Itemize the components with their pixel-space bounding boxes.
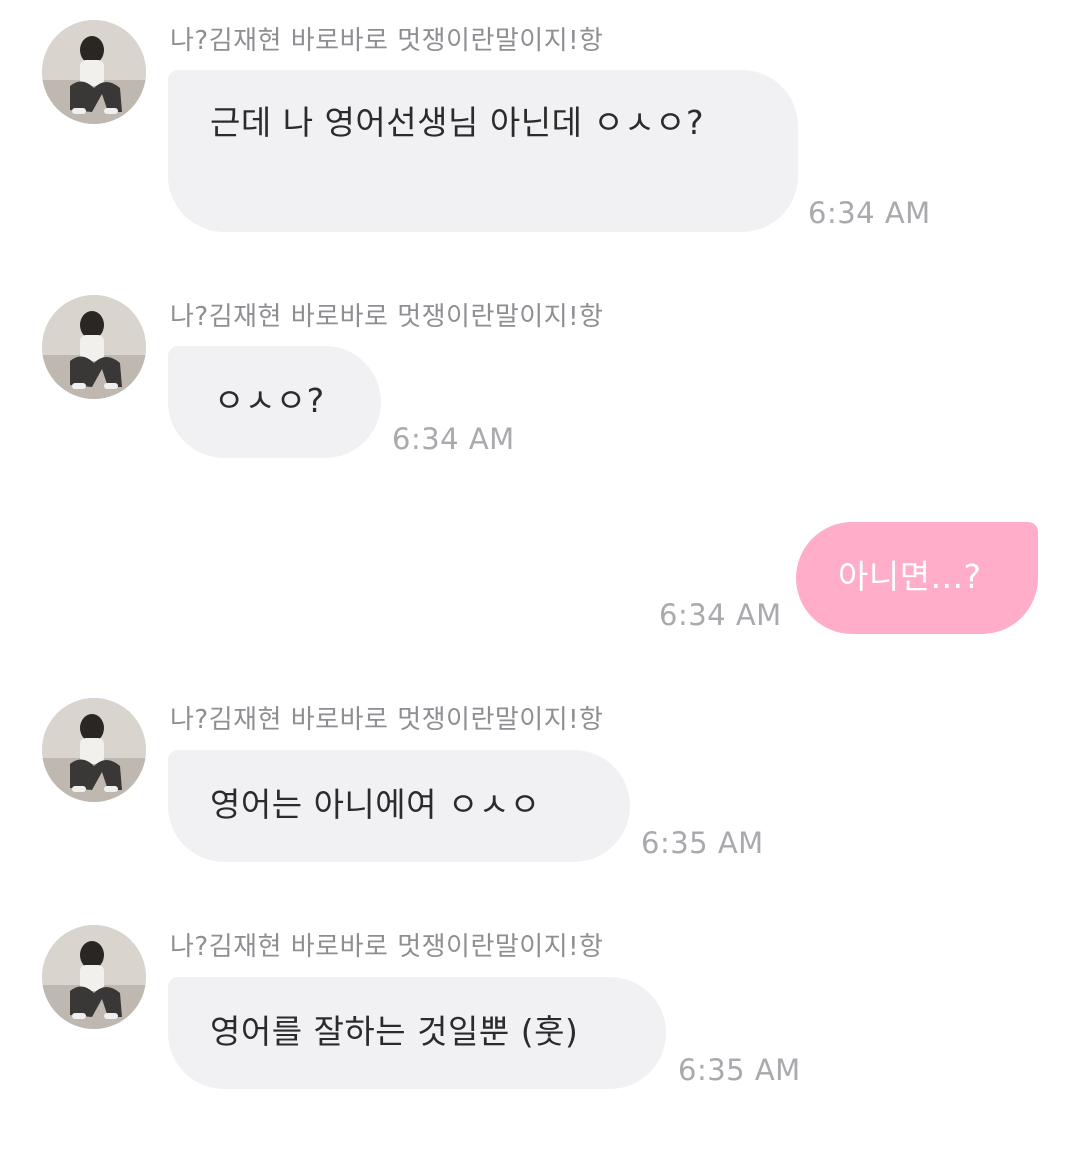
message-text: 근데 나 영어선생님 아닌데 ㅇㅅㅇ?	[210, 103, 705, 142]
profile-photo-icon	[42, 698, 146, 802]
sender-name: 나?김재현 바로바로 멋쟁이란말이지!항	[170, 705, 604, 735]
profile-photo-icon	[42, 20, 146, 124]
message-text: ㅇㅅㅇ?	[214, 381, 325, 420]
sender-avatar[interactable]	[42, 698, 146, 802]
outgoing-message-bubble[interactable]: 아니면...?	[796, 522, 1038, 634]
message-text: 영어를 잘하는 것일뿐 (훗)	[210, 1012, 579, 1051]
message-text: 아니면...?	[838, 557, 982, 596]
sender-avatar[interactable]	[42, 925, 146, 1029]
profile-photo-icon	[42, 295, 146, 399]
message-timestamp: 6:34 AM	[808, 196, 931, 230]
sender-avatar[interactable]	[42, 20, 146, 124]
profile-photo-icon	[42, 925, 146, 1029]
sender-name: 나?김재현 바로바로 멋쟁이란말이지!항	[170, 26, 604, 56]
sender-name: 나?김재현 바로바로 멋쟁이란말이지!항	[170, 932, 604, 962]
message-bubble[interactable]: 근데 나 영어선생님 아닌데 ㅇㅅㅇ?	[168, 70, 798, 232]
message-bubble[interactable]: 영어를 잘하는 것일뿐 (훗)	[168, 977, 666, 1089]
message-timestamp: 6:35 AM	[678, 1053, 801, 1087]
sender-name: 나?김재현 바로바로 멋쟁이란말이지!항	[170, 302, 604, 332]
message-timestamp: 6:34 AM	[392, 422, 515, 456]
message-text: 영어는 아니에여 ㅇㅅㅇ	[210, 785, 541, 824]
message-timestamp: 6:34 AM	[659, 598, 782, 632]
message-bubble[interactable]: 영어는 아니에여 ㅇㅅㅇ	[168, 750, 630, 862]
message-timestamp: 6:35 AM	[641, 826, 764, 860]
message-bubble[interactable]: ㅇㅅㅇ?	[168, 346, 381, 458]
sender-avatar[interactable]	[42, 295, 146, 399]
